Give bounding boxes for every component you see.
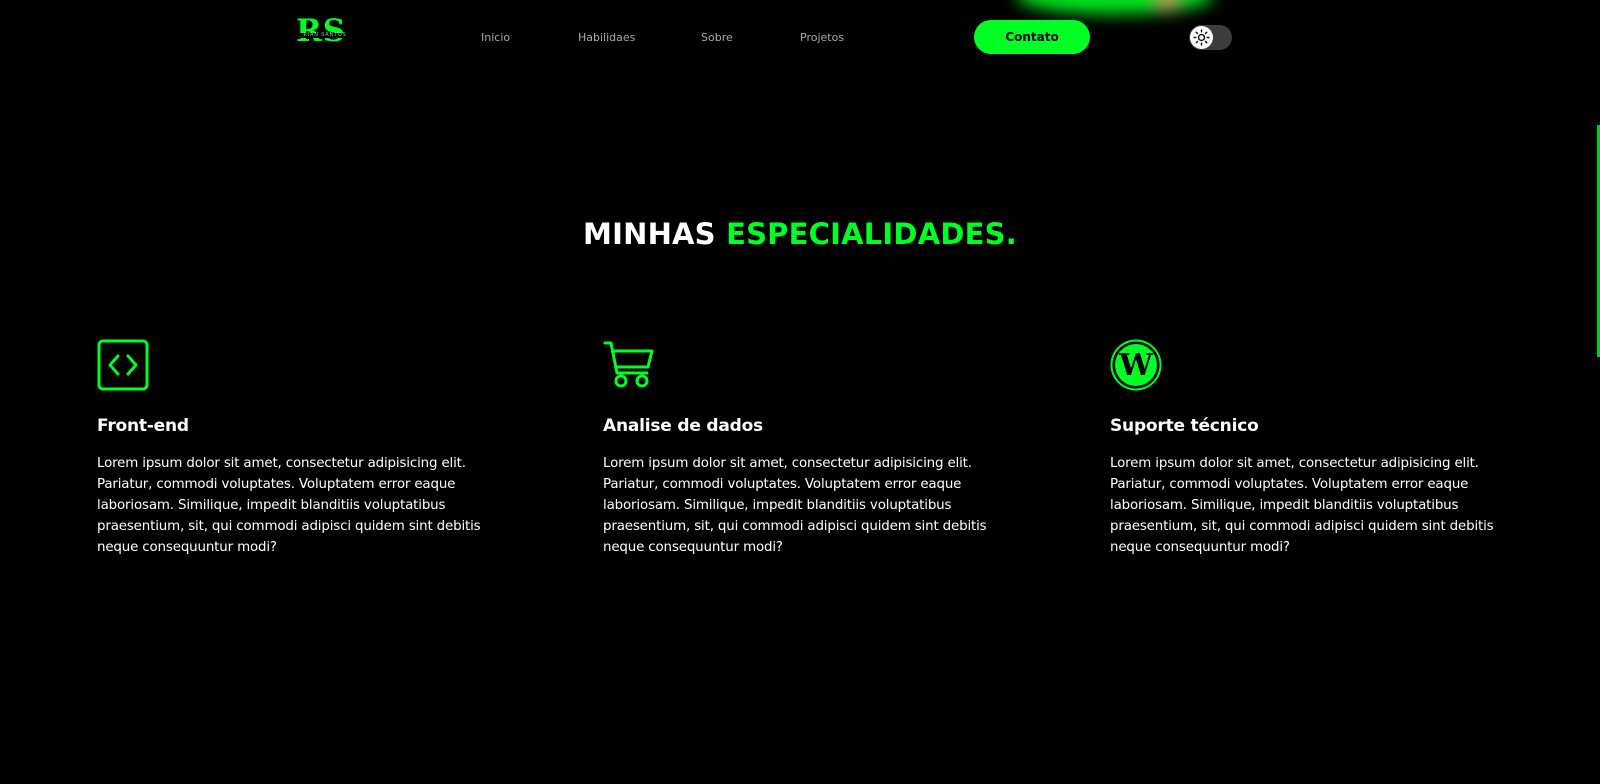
sun-icon [1190, 26, 1213, 49]
specialty-card-frontend: Front-end Lorem ipsum dolor sit amet, co… [97, 339, 517, 569]
section-title: MINHAS ESPECIALIDADES. [0, 213, 1600, 255]
specialty-card-suporte: W Suporte técnico Lorem ipsum dolor sit … [1110, 339, 1530, 569]
wordpress-icon: W [1110, 339, 1162, 391]
section-title-part1: MINHAS [583, 217, 716, 251]
card-text: Lorem ipsum dolor sit amet, consectetur … [603, 456, 987, 555]
card-title: Analise de dados [603, 416, 763, 436]
navbar: RS RIAN SANTOS Inicio Habilidaes Sobre P… [0, 0, 1600, 76]
card-title: Front-end [97, 416, 189, 436]
nav-link-projetos[interactable]: Projetos [800, 31, 844, 44]
theme-toggle[interactable] [1189, 25, 1232, 50]
shopping-cart-icon [603, 339, 655, 391]
page: RS RIAN SANTOS Inicio Habilidaes Sobre P… [0, 0, 1600, 784]
card-title: Suporte técnico [1110, 416, 1259, 436]
nav-link-sobre[interactable]: Sobre [701, 31, 733, 44]
nav-link-habilidades[interactable]: Habilidaes [578, 31, 635, 44]
svg-text:W: W [1118, 348, 1154, 383]
card-text: Lorem ipsum dolor sit amet, consectetur … [97, 456, 481, 555]
section-title-part2: ESPECIALIDADES. [726, 217, 1017, 251]
logo-subtitle: RIAN SANTOS [298, 33, 352, 38]
card-text: Lorem ipsum dolor sit amet, consectetur … [1110, 456, 1494, 555]
specialty-card-analise: Analise de dados Lorem ipsum dolor sit a… [603, 339, 1023, 569]
decorative-glow [1016, 0, 1214, 14]
logo[interactable]: RS RIAN SANTOS [296, 16, 352, 54]
contact-button[interactable]: Contato [974, 20, 1090, 54]
code-icon [97, 339, 149, 391]
nav-link-inicio[interactable]: Inicio [481, 31, 510, 44]
